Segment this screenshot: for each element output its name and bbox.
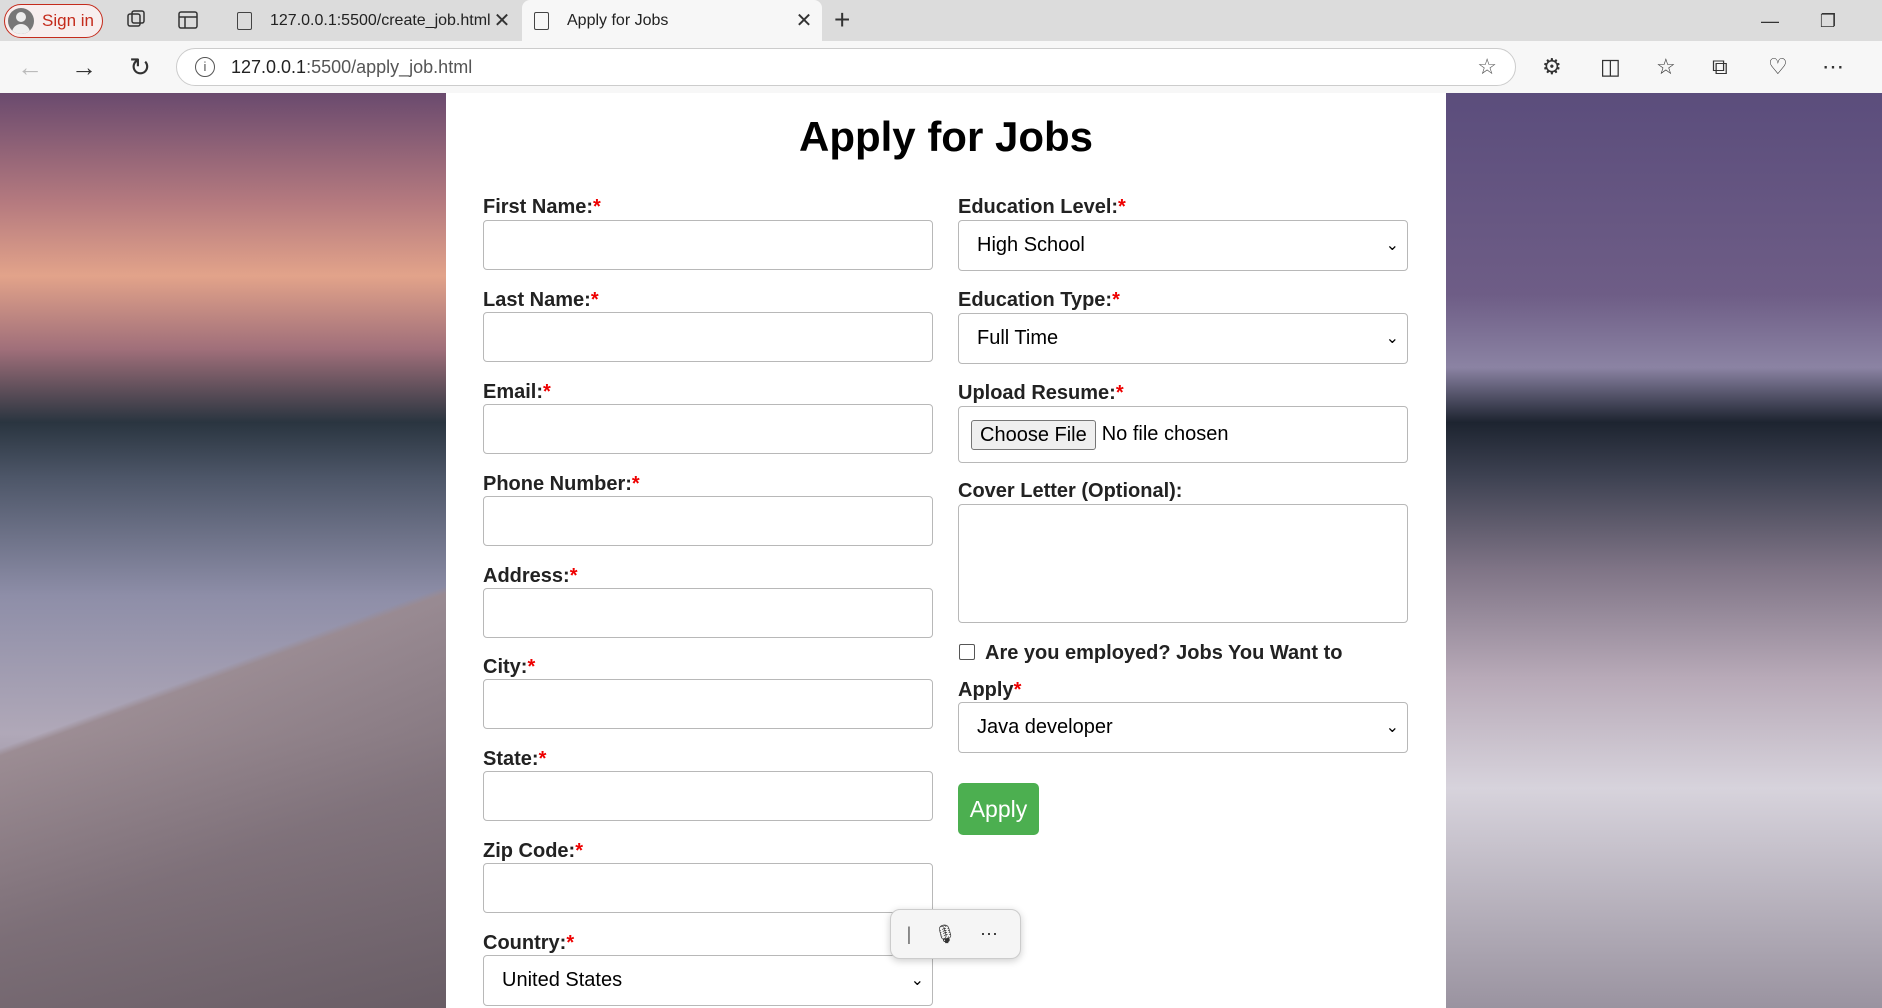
cover-letter-textarea[interactable] bbox=[958, 504, 1408, 623]
upload-resume-label: Upload Resume:* bbox=[958, 382, 1124, 404]
job-value: Java developer bbox=[977, 716, 1113, 738]
country-select[interactable]: United States ⌄ bbox=[483, 955, 933, 1006]
last-name-label: Last Name:* bbox=[483, 289, 599, 311]
tab-actions-icon[interactable] bbox=[176, 8, 200, 32]
close-tab-icon[interactable]: ✕ bbox=[490, 8, 514, 33]
education-level-label: Education Level:* bbox=[958, 196, 1126, 218]
workspaces-icon[interactable] bbox=[124, 8, 148, 32]
background-image bbox=[0, 403, 446, 1008]
state-label: State:* bbox=[483, 748, 547, 770]
page-viewport: Apply for Jobs First Name:* Last Name:* … bbox=[0, 93, 1882, 1008]
education-type-value: Full Time bbox=[977, 327, 1059, 349]
last-name-input[interactable] bbox=[483, 312, 933, 362]
background-image-right bbox=[1446, 93, 1882, 1008]
employed-label: Are you employed? Jobs You Want to bbox=[985, 642, 1343, 664]
job-select[interactable]: Java developer ⌄ bbox=[958, 702, 1408, 753]
first-name-label: First Name:* bbox=[483, 196, 601, 218]
page-icon bbox=[237, 11, 252, 30]
tab-title: Apply for Jobs bbox=[567, 11, 669, 29]
employed-checkbox[interactable] bbox=[959, 644, 975, 660]
resume-file-input: Choose File No file chosen bbox=[958, 406, 1408, 463]
split-screen-icon[interactable]: ◫ bbox=[1600, 54, 1621, 80]
favorites-icon[interactable]: ☆ bbox=[1656, 54, 1676, 80]
city-label: City:* bbox=[483, 656, 536, 678]
collections-icon[interactable]: ⧉ bbox=[1712, 54, 1728, 80]
favorite-star-icon[interactable]: ☆ bbox=[1477, 54, 1497, 80]
drag-handle-icon[interactable]: | bbox=[897, 924, 921, 945]
zip-code-label: Zip Code:* bbox=[483, 840, 584, 862]
avatar-icon bbox=[8, 8, 34, 34]
restore-icon[interactable]: ❐ bbox=[1808, 8, 1848, 34]
application-form: Apply for Jobs First Name:* Last Name:* … bbox=[446, 93, 1446, 1008]
education-level-value: High School bbox=[977, 234, 1085, 256]
back-icon[interactable]: ← bbox=[14, 51, 46, 83]
country-label: Country:* bbox=[483, 932, 575, 954]
url-path: :5500/apply_job.html bbox=[306, 56, 473, 77]
chevron-down-icon: ⌄ bbox=[1385, 330, 1399, 347]
file-status: No file chosen bbox=[1101, 423, 1229, 445]
chevron-down-icon: ⌄ bbox=[1385, 237, 1399, 254]
education-type-label: Education Type:* bbox=[958, 289, 1120, 311]
close-tab-icon[interactable]: ✕ bbox=[792, 8, 816, 33]
email-label: Email:* bbox=[483, 381, 551, 403]
extensions-icon[interactable]: ⚙ bbox=[1542, 54, 1562, 80]
tab-apply-for-jobs[interactable]: Apply for Jobs ✕ bbox=[522, 0, 822, 41]
refresh-icon[interactable]: ↻ bbox=[124, 51, 156, 83]
jobs-apply-label: Apply* bbox=[958, 679, 1022, 701]
education-level-select[interactable]: High School ⌄ bbox=[958, 220, 1408, 271]
minimize-icon[interactable]: — bbox=[1750, 8, 1790, 34]
address-label: Address:* bbox=[483, 565, 578, 587]
country-value: United States bbox=[502, 969, 623, 991]
page-title: Apply for Jobs bbox=[798, 113, 1094, 160]
browser-essentials-icon[interactable]: ♡ bbox=[1768, 54, 1788, 80]
page-icon bbox=[534, 11, 549, 30]
phone-label: Phone Number:* bbox=[483, 473, 640, 495]
state-input[interactable] bbox=[483, 771, 933, 821]
more-options-icon[interactable]: ⋯ bbox=[969, 924, 1009, 945]
education-type-select[interactable]: Full Time ⌄ bbox=[958, 313, 1408, 364]
forward-icon[interactable]: → bbox=[68, 51, 100, 83]
address-input[interactable] bbox=[483, 588, 933, 638]
tab-create-job[interactable]: 127.0.0.1:5500/create_job.html?tit ✕ bbox=[225, 0, 520, 41]
new-tab-icon[interactable]: + bbox=[834, 4, 850, 36]
tab-title: 127.0.0.1:5500/create_job.html?tit bbox=[270, 11, 490, 29]
voice-typing-toolbar: | 🎙 ⋯ bbox=[890, 909, 1021, 959]
chevron-down-icon: ⌄ bbox=[1385, 719, 1399, 736]
sign-in-button[interactable]: Sign in bbox=[4, 4, 103, 38]
chevron-down-icon: ⌄ bbox=[910, 972, 924, 989]
url-field[interactable]: i 127.0.0.1:5500/apply_job.html ☆ bbox=[176, 48, 1516, 86]
tab-strip: Sign in 127.0.0.1:5500/create_job.html?t… bbox=[0, 0, 1882, 41]
apply-button[interactable]: Apply bbox=[958, 783, 1039, 835]
site-info-icon[interactable]: i bbox=[195, 57, 215, 77]
first-name-input[interactable] bbox=[483, 220, 933, 270]
city-input[interactable] bbox=[483, 679, 933, 729]
url-host: 127.0.0.1 bbox=[231, 56, 307, 77]
microphone-icon[interactable]: 🎙 bbox=[921, 924, 969, 945]
phone-input[interactable] bbox=[483, 496, 933, 546]
more-menu-icon[interactable]: ⋯ bbox=[1822, 54, 1844, 80]
zip-code-input[interactable] bbox=[483, 863, 933, 913]
sign-in-label: Sign in bbox=[42, 11, 94, 30]
cover-letter-label: Cover Letter (Optional): bbox=[958, 480, 1183, 502]
choose-file-button[interactable]: Choose File bbox=[971, 419, 1096, 450]
email-input[interactable] bbox=[483, 404, 933, 454]
